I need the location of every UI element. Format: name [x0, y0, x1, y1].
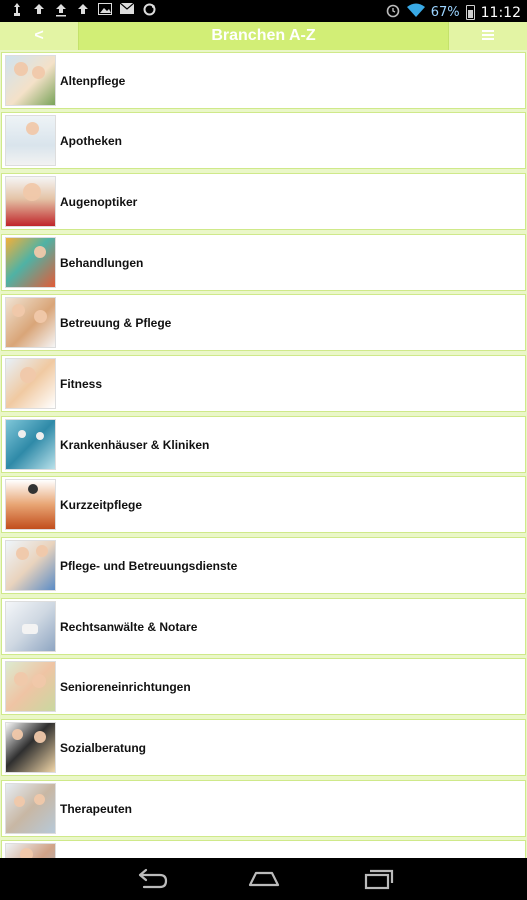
list-item-sozialberatung[interactable]: Sozialberatung [1, 719, 526, 776]
back-icon[interactable] [132, 867, 172, 891]
recent-apps-icon[interactable] [358, 867, 398, 891]
clock-time: 11:12 [480, 4, 521, 21]
behandlungen-thumbnail [5, 237, 56, 288]
therapeuten-thumbnail [5, 783, 56, 834]
pflege-betreuungsdienste-thumbnail [5, 540, 56, 591]
list-item-label: Therapeuten [60, 801, 133, 816]
list-item-fitness[interactable]: Fitness [1, 355, 526, 412]
sync-icon [142, 3, 156, 17]
list-item-partial[interactable] [1, 840, 526, 858]
list-item-label: Augenoptiker [60, 194, 138, 209]
list-item-augenoptiker[interactable]: Augenoptiker [1, 173, 526, 230]
list-item-pflege-betreuungsdienste[interactable]: Pflege- und Betreuungsdienste [1, 537, 526, 594]
list-item-label: Senioreneinrichtungen [60, 679, 191, 694]
list-item-label: Behandlungen [60, 255, 144, 270]
upload-icon [76, 3, 90, 17]
list-item-therapeuten[interactable]: Therapeuten [1, 780, 526, 837]
upload-icon [32, 3, 46, 17]
usb-icon [10, 3, 24, 17]
status-indicators: 67% 11:12 [385, 2, 521, 23]
list-item-senioreneinrichtungen[interactable]: Senioreneinrichtungen [1, 658, 526, 715]
menu-button[interactable] [448, 22, 527, 50]
sozialberatung-thumbnail [5, 722, 56, 773]
image-icon [98, 3, 112, 17]
upload-icon [54, 3, 68, 17]
list-item-rechtsanwaelte-notare[interactable]: Rechtsanwälte & Notare [1, 598, 526, 655]
home-icon[interactable] [244, 867, 284, 891]
list-item-behandlungen[interactable]: Behandlungen [1, 234, 526, 291]
senioreneinrichtungen-thumbnail [5, 661, 56, 712]
page-title: Branchen A-Z [211, 27, 316, 44]
back-button[interactable]: < [0, 22, 79, 50]
fitness-thumbnail [5, 358, 56, 409]
mail-icon [119, 2, 135, 17]
list-item-label: Kurzzeitpflege [60, 497, 143, 512]
list-item-altenpflege[interactable]: Altenpflege [1, 52, 526, 109]
category-list[interactable]: Altenpflege Apotheken Augenoptiker Behan… [0, 50, 527, 858]
kurzzeitpflege-thumbnail [5, 479, 56, 530]
list-item-label: Apotheken [60, 133, 123, 148]
list-item-label: Betreuung & Pflege [60, 315, 172, 330]
list-item-betreuung-pflege[interactable]: Betreuung & Pflege [1, 294, 526, 351]
rechtsanwaelte-notare-thumbnail [5, 601, 56, 652]
battery-percent: 67% [430, 5, 460, 20]
list-item-label: Fitness [60, 376, 103, 391]
status-bar: 67% 11:12 [0, 0, 527, 22]
apotheken-thumbnail [5, 115, 56, 166]
list-item-kurzzeitpflege[interactable]: Kurzzeitpflege [1, 476, 526, 533]
notification-icons [10, 2, 156, 17]
list-item-label: Sozialberatung [60, 740, 147, 755]
altenpflege-thumbnail [5, 55, 56, 106]
list-item-label: Rechtsanwälte & Notare [60, 619, 198, 634]
app-header: < Branchen A-Z [0, 22, 527, 50]
list-item-label: Krankenhäuser & Kliniken [60, 437, 210, 452]
augenoptiker-thumbnail [5, 176, 56, 227]
list-item-krankenhaeuser-kliniken[interactable]: Krankenhäuser & Kliniken [1, 416, 526, 473]
battery-icon [465, 5, 475, 20]
krankenhaeuser-kliniken-thumbnail [5, 419, 56, 470]
betreuung-pflege-thumbnail [5, 297, 56, 348]
list-item-label: Pflege- und Betreuungsdienste [60, 558, 238, 573]
partial-thumbnail [5, 843, 56, 858]
alarm-icon [385, 2, 401, 23]
menu-icon [482, 30, 494, 42]
system-navigation-bar [0, 858, 527, 900]
list-item-apotheken[interactable]: Apotheken [1, 112, 526, 169]
list-item-label: Altenpflege [60, 73, 126, 88]
wifi-icon [406, 3, 425, 23]
